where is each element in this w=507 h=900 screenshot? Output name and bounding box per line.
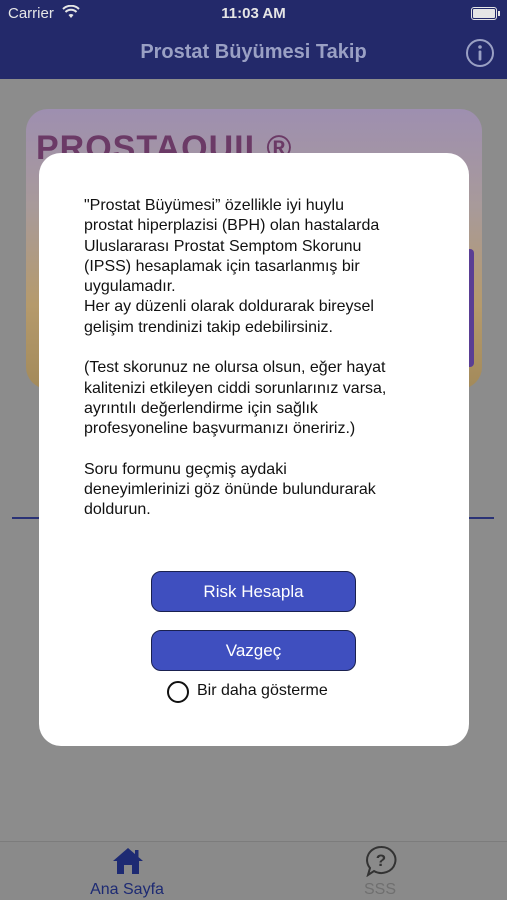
dialog-message: "Prostat Büyümesi” özellikle iyi huylu p…	[84, 197, 387, 519]
home-icon	[113, 848, 143, 874]
page-title: Prostat Büyümesi Takip	[140, 41, 367, 63]
clock: 11:03 AM	[221, 5, 286, 22]
tab-faq-label: SSS	[363, 881, 396, 898]
dont-show-again-label: Bir daha gösterme	[197, 682, 328, 699]
svg-text:?: ?	[376, 851, 386, 870]
battery-icon	[471, 7, 500, 20]
tab-bar: Ana Sayfa ? SSS	[0, 841, 507, 900]
tab-home[interactable]: Ana Sayfa	[47, 842, 207, 900]
tab-faq[interactable]: ? SSS	[300, 842, 460, 900]
cancel-button[interactable]: Vazgeç	[151, 630, 356, 671]
info-dialog: "Prostat Büyümesi” özellikle iyi huylu p…	[39, 153, 469, 746]
dont-show-again-radio[interactable]	[167, 681, 189, 703]
info-circle-icon[interactable]	[465, 38, 495, 68]
navigation-bar: Prostat Büyümesi Takip	[0, 28, 507, 79]
dont-show-again-option[interactable]: Bir daha gösterme	[167, 680, 367, 704]
question-bubble-icon: ?	[366, 845, 397, 877]
tab-home-label: Ana Sayfa	[90, 881, 164, 898]
risk-calculate-button[interactable]: Risk Hesapla	[151, 571, 356, 612]
status-bar: Carrier 11:03 AM	[0, 0, 507, 28]
